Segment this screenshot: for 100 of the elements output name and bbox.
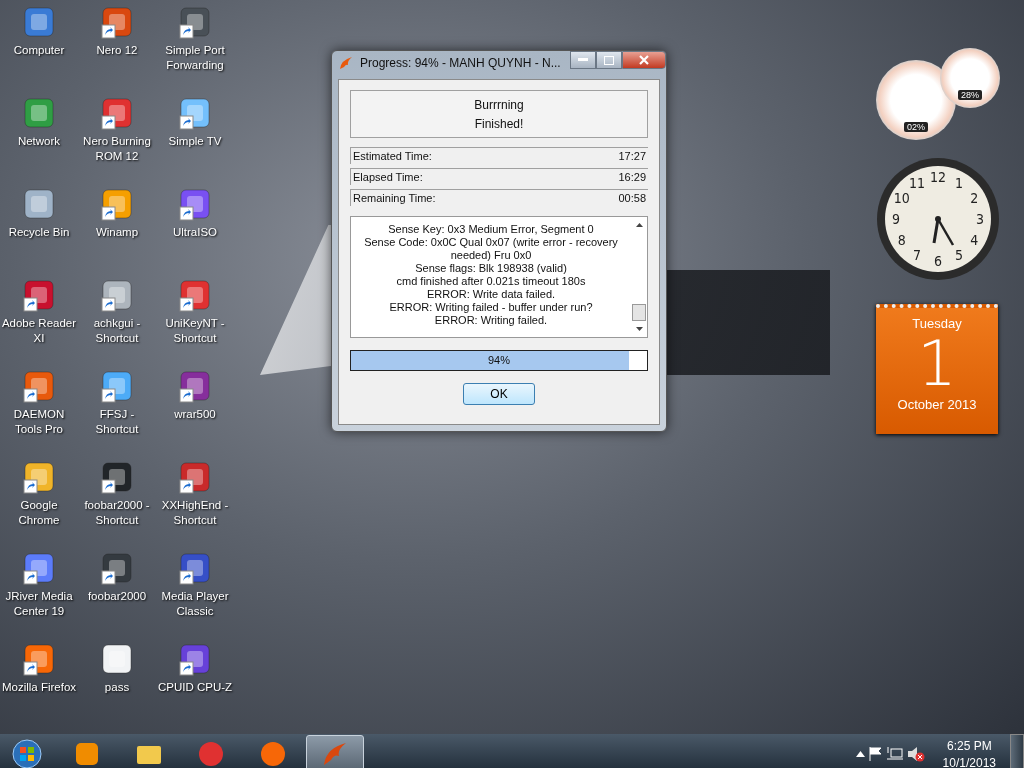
icon-label: XXHighEnd - Shortcut — [160, 498, 230, 528]
show-hidden-icons-icon[interactable] — [855, 751, 865, 757]
log-line: Sense Key: 0x3 Medium Error, Segment 0 — [388, 223, 594, 236]
clock-numeral: 9 — [892, 211, 900, 227]
clock-numeral: 2 — [970, 190, 979, 206]
app-icon[interactable] — [178, 552, 212, 586]
log-line: ERROR: Writing failed - buffer under run? — [389, 301, 593, 314]
time-label: Elapsed Time: — [353, 171, 423, 183]
windows-logo-icon — [12, 739, 42, 768]
icon-label: UltraISO — [172, 225, 218, 240]
icon-label: wrar500 — [174, 407, 216, 422]
tray-time[interactable]: 6:25 PM — [946, 738, 992, 753]
calendar-month: October 2013 — [897, 397, 977, 412]
icon-label: JRiver Media Center 19 — [4, 589, 74, 619]
time-label: Estimated Time: — [353, 150, 432, 162]
scroll-up-icon — [635, 223, 643, 227]
clock-numeral: 6 — [934, 253, 942, 269]
app-icon[interactable] — [22, 279, 56, 313]
minimize-button[interactable] — [570, 51, 596, 69]
app-icon[interactable] — [178, 643, 212, 677]
status-text: Burrrning — [474, 97, 524, 112]
taskbar-app-button[interactable] — [306, 735, 364, 768]
clock-numeral: 11 — [909, 174, 925, 191]
icon-label: Winamp — [95, 225, 139, 240]
app-icon[interactable] — [100, 643, 134, 677]
icon-label: foobar2000 — [87, 589, 147, 604]
app-icon[interactable] — [178, 97, 212, 131]
tray-date[interactable]: 10/1/2013 — [942, 755, 996, 768]
app-icon[interactable] — [100, 279, 134, 313]
app-icon[interactable] — [100, 461, 134, 495]
app-icon[interactable] — [100, 97, 134, 131]
app-icon[interactable] — [100, 6, 134, 40]
icon-label: Google Chrome — [17, 498, 61, 528]
status-text: Finished! — [474, 116, 524, 131]
progress-label: 94% — [488, 354, 510, 366]
icon-label: UniKeyNT - Shortcut — [164, 316, 226, 346]
clock-numeral: 8 — [897, 232, 906, 248]
app-icon[interactable] — [100, 370, 134, 404]
icon-label: Nero Burning ROM 12 — [82, 134, 152, 164]
clock-numeral: 3 — [976, 211, 984, 227]
time-value: 16:29 — [618, 171, 646, 183]
icon-label: CPUID CPU-Z — [157, 680, 233, 695]
icon-label: achkgui - Shortcut — [92, 316, 142, 346]
time-value: 17:27 — [618, 150, 646, 162]
icon-label: Simple Port Forwarding — [164, 43, 226, 73]
app-icon[interactable] — [178, 461, 212, 495]
app-icon[interactable] — [100, 188, 134, 222]
clock-numeral: 5 — [955, 247, 963, 264]
app-icon[interactable] — [178, 279, 212, 313]
maximize-button[interactable] — [596, 51, 622, 69]
app-icon[interactable] — [178, 188, 212, 222]
speaker-muted-icon[interactable] — [906, 746, 925, 762]
clock-numeral: 12 — [930, 169, 946, 185]
icon-label: Simple TV — [168, 134, 222, 149]
network-icon[interactable] — [886, 747, 903, 761]
calendar-weekday: Tuesday — [912, 316, 962, 331]
scroll-down-icon — [635, 327, 643, 331]
cpu-reading: 02% — [904, 122, 928, 132]
app-icon[interactable] — [178, 370, 212, 404]
ok-button[interactable]: OK — [463, 383, 535, 405]
app-icon[interactable] — [100, 552, 134, 586]
time-value: 00:58 — [618, 192, 646, 204]
log-line: ERROR: Write data failed. — [426, 288, 556, 301]
minimize-icon — [578, 58, 588, 62]
icon-label: Media Player Classic — [160, 589, 230, 619]
close-button[interactable] — [622, 51, 666, 69]
scroll-thumb[interactable] — [632, 304, 646, 321]
icon-label: Adobe Reader XI — [0, 316, 78, 346]
log-line: cmd finished after 0.021s timeout 180s — [396, 275, 586, 288]
clock-numeral: 4 — [970, 232, 979, 248]
show-desktop-button[interactable] — [1010, 734, 1024, 768]
time-label: Remaining Time: — [353, 192, 436, 204]
icon-label: FFSJ - Shortcut — [94, 407, 140, 437]
calendar-day: 1 — [917, 331, 957, 397]
icon-label: DAEMON Tools Pro — [12, 407, 66, 437]
icon-label: Recycle Bin — [8, 225, 70, 240]
icon-label: foobar2000 - Shortcut — [83, 498, 151, 528]
icon-label: Nero 12 — [96, 43, 138, 58]
app-icon[interactable] — [22, 552, 56, 586]
icon-label: pass — [104, 680, 130, 695]
clock-hands-drawing — [932, 216, 955, 246]
clock-numeral: 7 — [913, 247, 921, 264]
log-line: Sense Code: 0x0C Qual 0x07 (write error - recovery needed) Fru 0x0 — [363, 236, 619, 262]
app-icon — [197, 740, 225, 768]
app-icon[interactable] — [22, 370, 56, 404]
app-icon[interactable] — [22, 643, 56, 677]
log-line: ERROR: Writing failed. — [434, 314, 548, 327]
clock-numeral: 1 — [955, 174, 963, 191]
clock-numeral: 10 — [893, 190, 910, 206]
close-icon — [639, 55, 649, 65]
log-line: Sense flags: Blk 198938 (valid) — [415, 262, 567, 275]
memory-reading: 28% — [958, 90, 982, 100]
app-icon[interactable] — [178, 6, 212, 40]
maximize-icon — [604, 55, 614, 65]
app-icon[interactable] — [22, 461, 56, 495]
icon-label: Mozilla Firefox — [1, 680, 77, 695]
icon-label: Computer — [13, 43, 65, 58]
flag-icon[interactable] — [868, 747, 883, 761]
app-icon — [73, 740, 101, 768]
app-icon — [259, 740, 287, 768]
